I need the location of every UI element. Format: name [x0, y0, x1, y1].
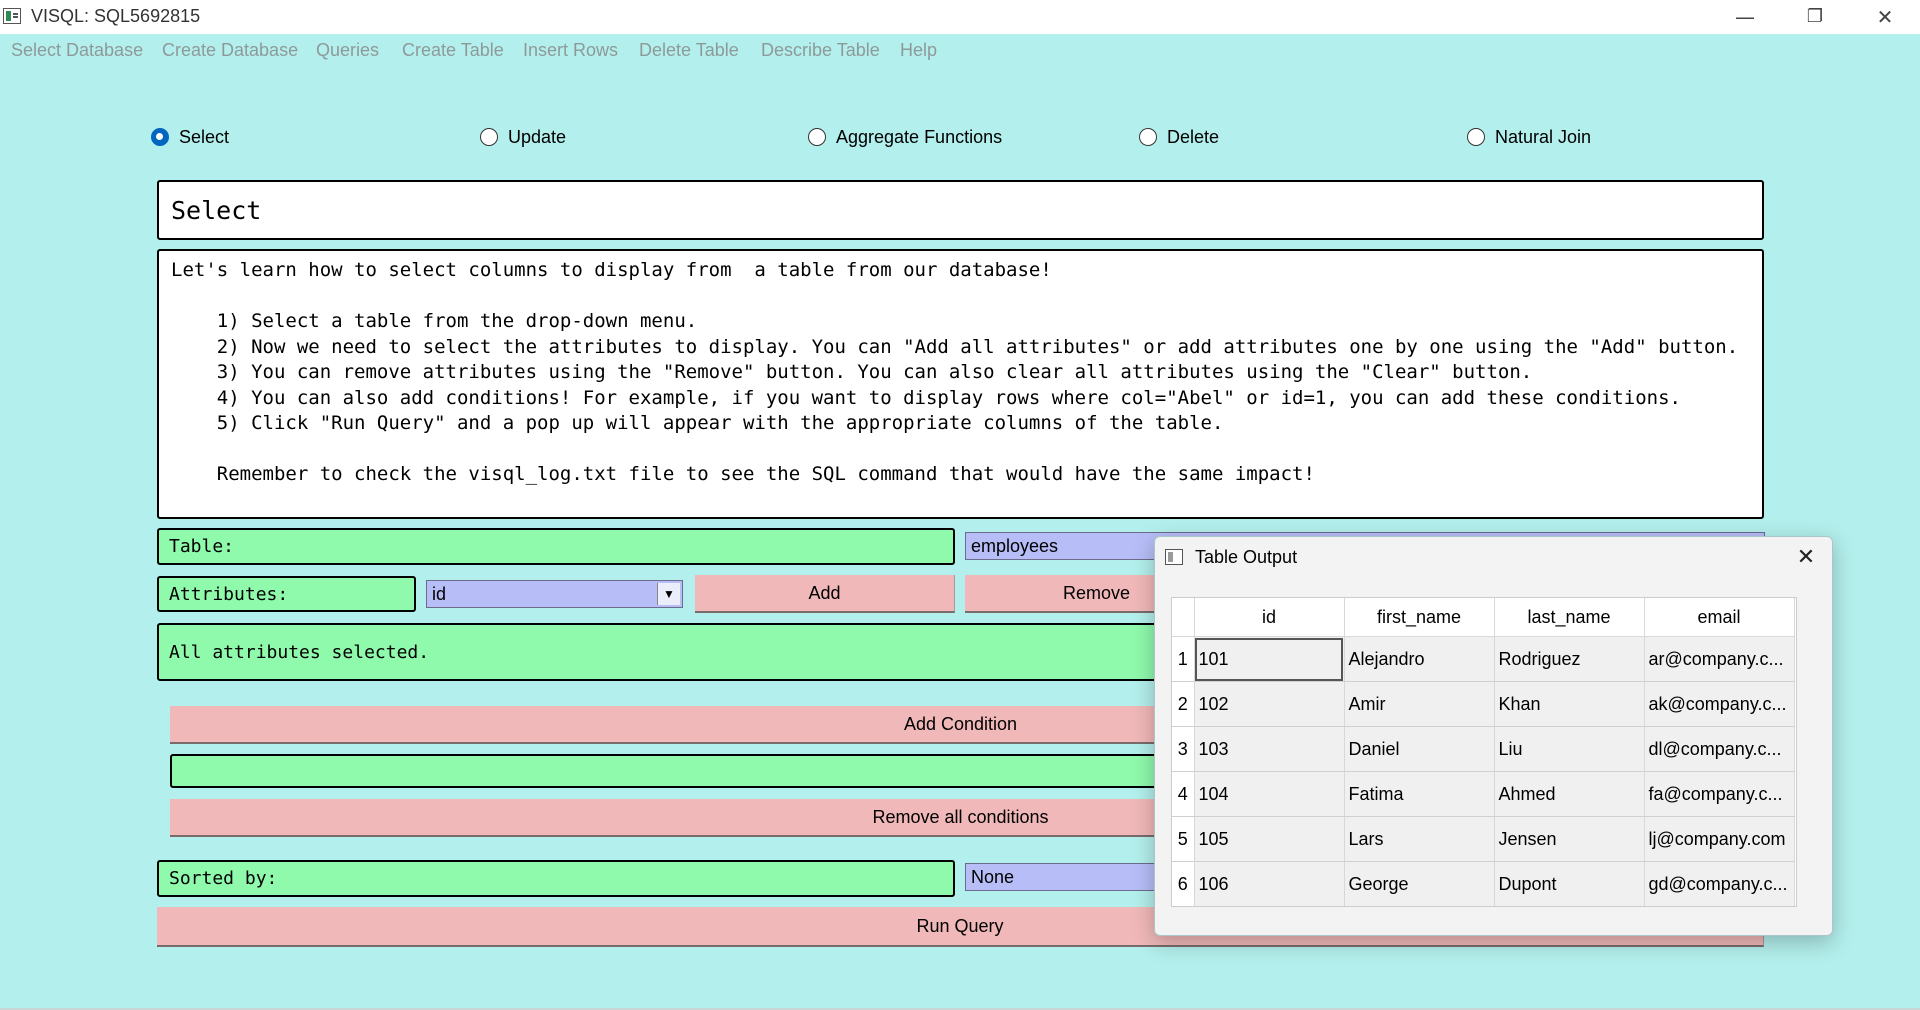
- radio-checked-icon: [151, 128, 169, 146]
- table-cell[interactable]: 104: [1194, 771, 1345, 817]
- table-cell[interactable]: 103: [1194, 726, 1345, 772]
- close-icon[interactable]: ✕: [1788, 541, 1824, 575]
- menu-insert-rows[interactable]: Insert Rows: [523, 40, 618, 61]
- table-cell[interactable]: 105: [1194, 816, 1345, 862]
- table-output-window[interactable]: Table Output ✕ id first_name last_name e…: [1154, 536, 1833, 936]
- radio-unchecked-icon: [480, 128, 498, 146]
- radio-aggregate-label: Aggregate Functions: [836, 126, 1003, 147]
- menu-select-database[interactable]: Select Database: [11, 40, 143, 61]
- column-header[interactable]: email: [1644, 598, 1795, 637]
- close-button[interactable]: ✕: [1850, 0, 1920, 34]
- row-number: 5: [1172, 816, 1195, 862]
- table-cell[interactable]: ar@company.c...: [1644, 636, 1795, 682]
- radio-delete[interactable]: Delete: [1139, 124, 1219, 150]
- table-row[interactable]: 1 101 Alejandro Rodriguez ar@company.c..…: [1172, 636, 1795, 682]
- menu-help[interactable]: Help: [900, 40, 937, 61]
- table-cell[interactable]: Lars: [1344, 816, 1495, 862]
- table-cell[interactable]: dl@company.c...: [1644, 726, 1795, 772]
- radio-unchecked-icon: [1139, 128, 1157, 146]
- output-table[interactable]: id first_name last_name email 1 101 Alej…: [1171, 597, 1797, 907]
- row-number: 4: [1172, 771, 1195, 817]
- table-cell[interactable]: Dupont: [1494, 861, 1645, 906]
- menu-queries[interactable]: Queries: [316, 40, 379, 61]
- row-number: 2: [1172, 681, 1195, 727]
- window-title: VISQL: SQL5692815: [31, 6, 201, 26]
- remove-attribute-label: Remove: [1063, 582, 1131, 603]
- table-cell[interactable]: Liu: [1494, 726, 1645, 772]
- row-number: 3: [1172, 726, 1195, 772]
- chevron-down-icon[interactable]: ▼: [657, 583, 680, 605]
- minimize-button[interactable]: —: [1710, 0, 1780, 34]
- menu-create-database[interactable]: Create Database: [162, 40, 298, 61]
- sorted-by-label: Sorted by:: [157, 860, 955, 897]
- table-row[interactable]: 4 104 Fatima Ahmed fa@company.c...: [1172, 771, 1795, 817]
- table-cell[interactable]: Ahmed: [1494, 771, 1645, 817]
- maximize-button[interactable]: ❐: [1780, 0, 1850, 34]
- table-cell[interactable]: Daniel: [1344, 726, 1495, 772]
- radio-unchecked-icon: [1467, 128, 1485, 146]
- table-row[interactable]: 6 106 George Dupont gd@company.c...: [1172, 861, 1795, 906]
- row-number: 6: [1172, 861, 1195, 906]
- attributes-label: Attributes:: [157, 576, 416, 612]
- table-cell[interactable]: 101: [1194, 636, 1345, 682]
- table-cell[interactable]: Amir: [1344, 681, 1495, 727]
- table-cell[interactable]: Rodriguez: [1494, 636, 1645, 682]
- menu-describe-table[interactable]: Describe Table: [761, 40, 880, 61]
- radio-natural-join-label: Natural Join: [1495, 126, 1592, 147]
- table-row[interactable]: 5 105 Lars Jensen lj@company.com: [1172, 816, 1795, 862]
- menu-create-table[interactable]: Create Table: [402, 40, 504, 61]
- table-cell[interactable]: Jensen: [1494, 816, 1645, 862]
- radio-natural-join[interactable]: Natural Join: [1467, 124, 1591, 150]
- corner-cell: [1172, 598, 1195, 637]
- table-cell[interactable]: George: [1344, 861, 1495, 906]
- table-cell[interactable]: gd@company.c...: [1644, 861, 1795, 906]
- table-header-row: id first_name last_name email: [1172, 598, 1795, 637]
- column-header[interactable]: last_name: [1494, 598, 1645, 637]
- radio-select-label: Select: [179, 126, 230, 147]
- radio-select[interactable]: Select: [151, 124, 229, 150]
- table-cell[interactable]: Alejandro: [1344, 636, 1495, 682]
- sort-dropdown-value: None: [971, 866, 1015, 887]
- table-cell[interactable]: 106: [1194, 861, 1345, 906]
- table-row[interactable]: 3 103 Daniel Liu dl@company.c...: [1172, 726, 1795, 772]
- radio-delete-label: Delete: [1167, 126, 1220, 147]
- menu-delete-table[interactable]: Delete Table: [639, 40, 739, 61]
- table-row[interactable]: 2 102 Amir Khan ak@company.c...: [1172, 681, 1795, 727]
- app-icon: [3, 8, 21, 24]
- table-cell[interactable]: fa@company.c...: [1644, 771, 1795, 817]
- radio-aggregate-functions[interactable]: Aggregate Functions: [808, 124, 1002, 150]
- table-cell[interactable]: Fatima: [1344, 771, 1495, 817]
- table-cell[interactable]: 102: [1194, 681, 1345, 727]
- title-bar: VISQL: SQL5692815 — ❐ ✕: [0, 0, 1920, 34]
- section-heading: Select: [157, 180, 1764, 240]
- instructions-text: Let's learn how to select columns to dis…: [157, 249, 1764, 519]
- add-attribute-button[interactable]: Add: [695, 575, 955, 613]
- window-icon: [1165, 549, 1183, 565]
- popup-title: Table Output: [1195, 547, 1298, 567]
- table-dropdown-value: employees: [971, 535, 1059, 556]
- column-header[interactable]: id: [1194, 598, 1345, 637]
- table-cell[interactable]: lj@company.com: [1644, 816, 1795, 862]
- row-number: 1: [1172, 636, 1195, 682]
- table-label: Table:: [157, 528, 955, 565]
- attribute-dropdown[interactable]: id ▼: [426, 580, 683, 608]
- table-cell[interactable]: Khan: [1494, 681, 1645, 727]
- radio-update-label: Update: [508, 126, 567, 147]
- radio-update[interactable]: Update: [480, 124, 566, 150]
- attribute-dropdown-value: id: [432, 583, 447, 604]
- table-cell[interactable]: ak@company.c...: [1644, 681, 1795, 727]
- radio-unchecked-icon: [808, 128, 826, 146]
- column-header[interactable]: first_name: [1344, 598, 1495, 637]
